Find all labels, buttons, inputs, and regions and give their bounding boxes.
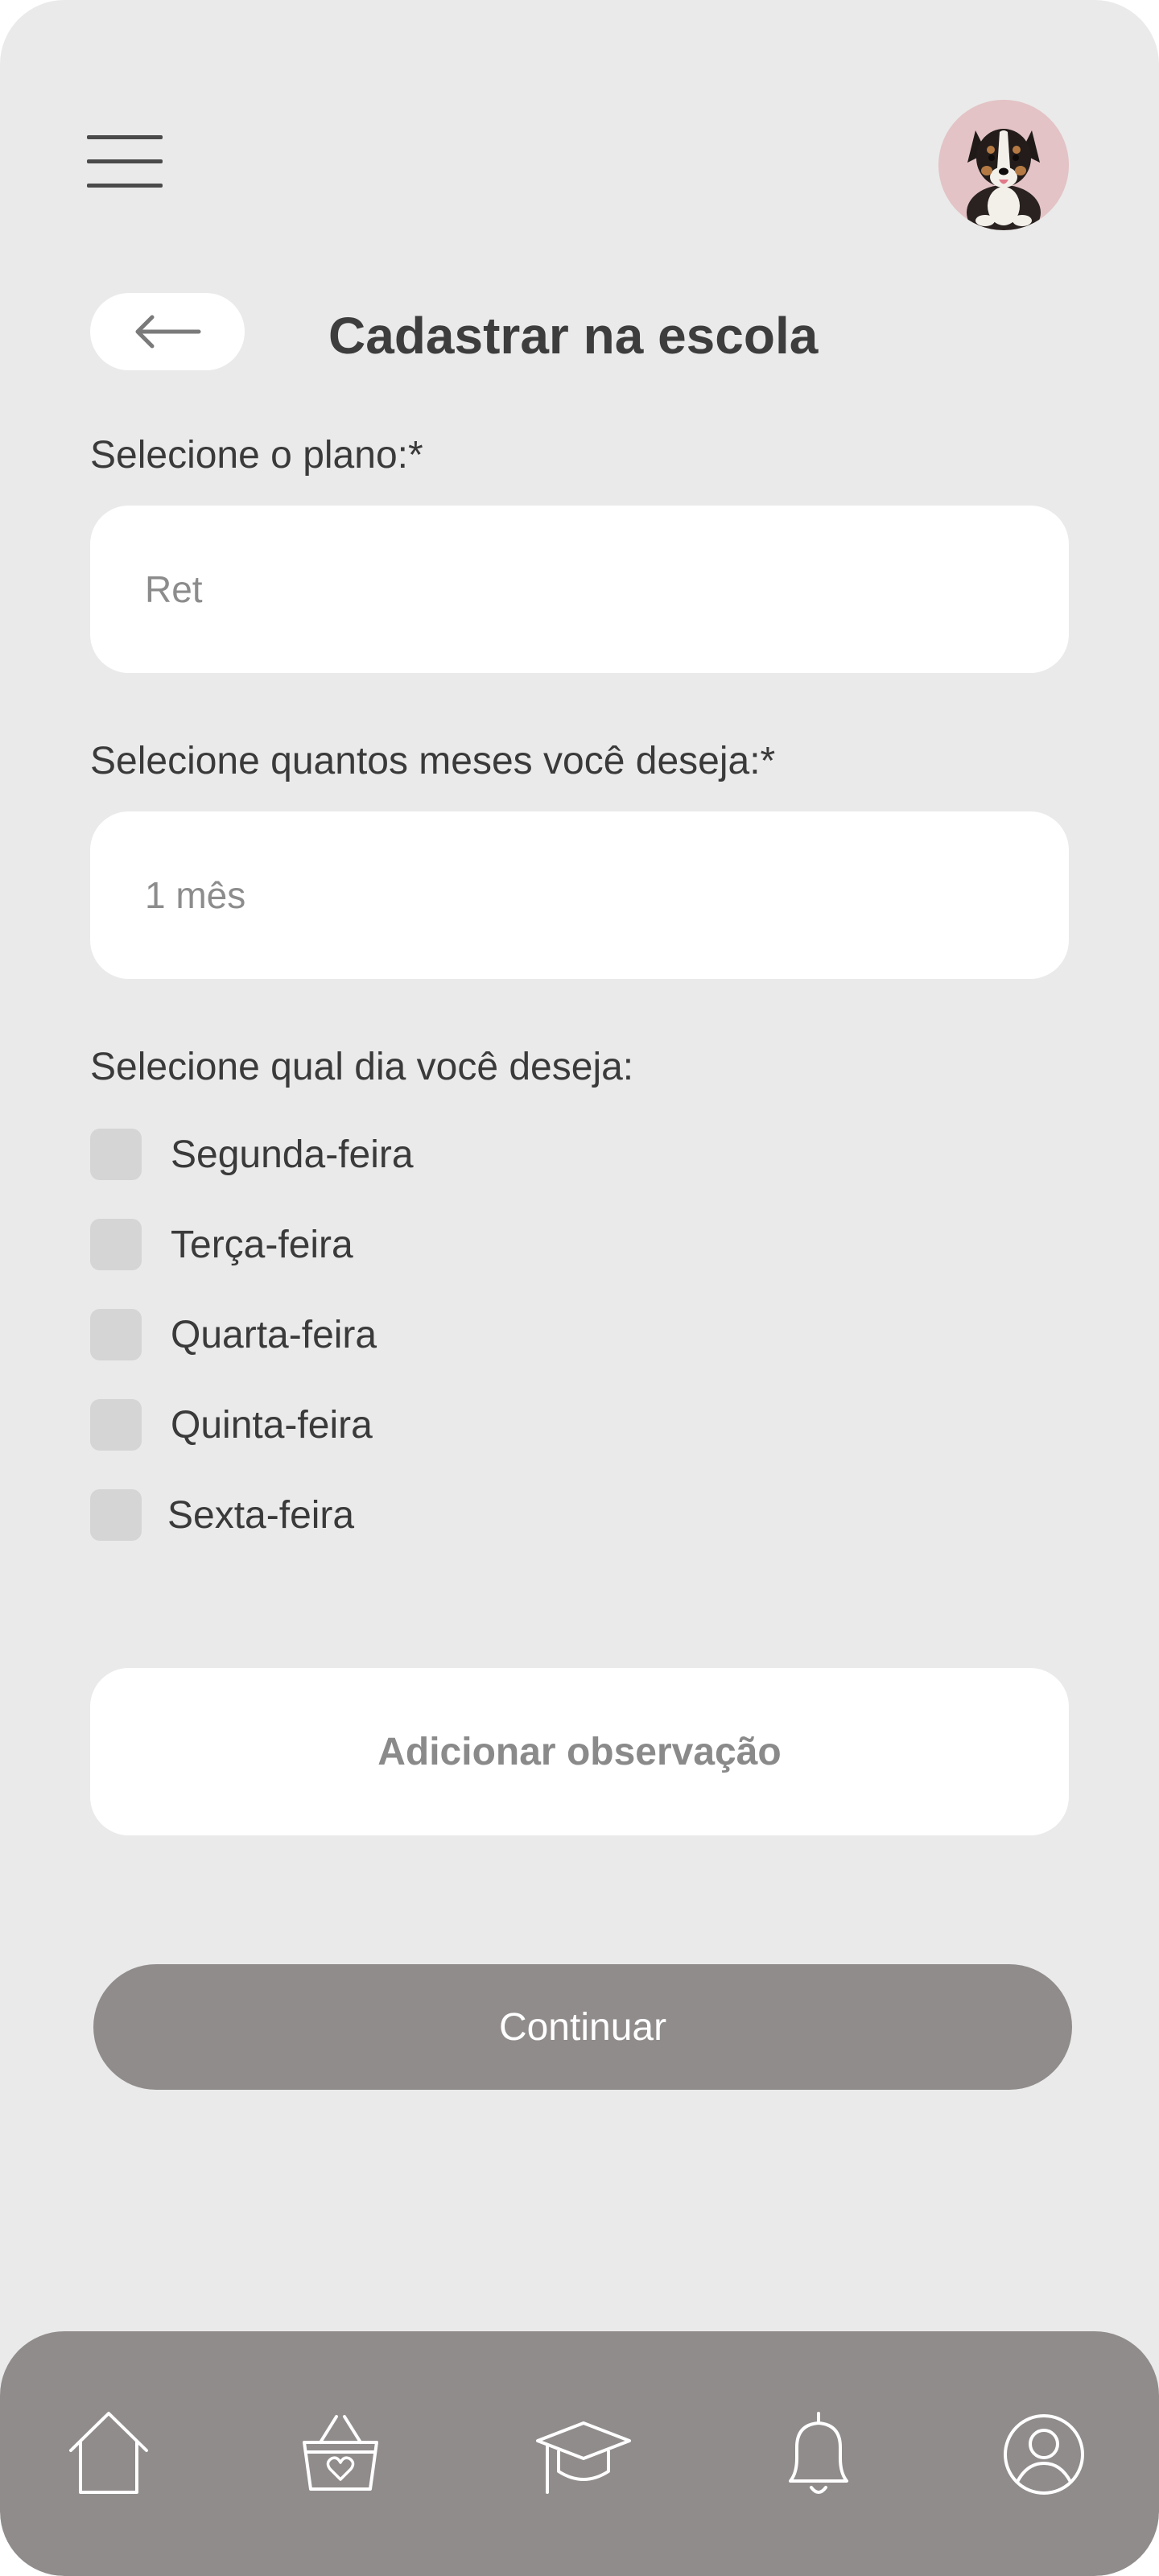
checkbox[interactable] xyxy=(90,1399,142,1451)
checkbox[interactable] xyxy=(90,1219,142,1270)
add-observation-button[interactable]: Adicionar observação xyxy=(90,1668,1069,1835)
menu-line xyxy=(87,159,163,163)
day-option-quinta[interactable]: Quinta-feira xyxy=(90,1399,373,1451)
back-button[interactable] xyxy=(90,293,245,370)
months-select-value: 1 mês xyxy=(145,874,246,916)
plan-select-value: Ret xyxy=(145,568,203,610)
checkbox[interactable] xyxy=(90,1129,142,1180)
bottom-nav xyxy=(0,2331,1159,2576)
checkbox[interactable] xyxy=(90,1489,142,1541)
day-option-label: Quinta-feira xyxy=(171,1403,373,1447)
nav-notifications[interactable] xyxy=(766,2402,871,2507)
day-option-label: Sexta-feira xyxy=(167,1493,355,1537)
continue-button[interactable]: Continuar xyxy=(93,1964,1072,2090)
menu-line xyxy=(87,184,163,188)
day-option-terca[interactable]: Terça-feira xyxy=(90,1219,353,1270)
plan-select[interactable]: Ret xyxy=(90,506,1069,673)
app-screen: Cadastrar na escola Selecione o plano:* … xyxy=(0,0,1159,2576)
day-option-quarta[interactable]: Quarta-feira xyxy=(90,1309,377,1360)
day-option-label: Terça-feira xyxy=(171,1223,353,1266)
checkbox[interactable] xyxy=(90,1309,142,1360)
dog-avatar xyxy=(938,100,1069,230)
nav-home[interactable] xyxy=(56,2402,161,2507)
user-profile-icon xyxy=(1004,2414,1084,2495)
nav-shop[interactable] xyxy=(288,2402,393,2507)
hamburger-menu-icon[interactable] xyxy=(87,132,164,193)
months-select[interactable]: 1 mês xyxy=(90,811,1069,979)
bell-icon xyxy=(789,2412,848,2494)
months-label: Selecione quantos meses você deseja:* xyxy=(90,740,776,782)
arrow-left-icon xyxy=(135,315,201,349)
plan-label: Selecione o plano:* xyxy=(90,434,423,477)
day-option-label: Quarta-feira xyxy=(171,1313,377,1356)
days-label: Selecione qual dia você deseja: xyxy=(90,1046,634,1088)
menu-line xyxy=(87,135,163,139)
shopping-basket-icon xyxy=(303,2415,378,2491)
graduation-cap-icon xyxy=(536,2421,631,2494)
nav-school[interactable] xyxy=(531,2402,636,2507)
day-option-segunda[interactable]: Segunda-feira xyxy=(90,1129,414,1180)
avatar[interactable] xyxy=(938,100,1069,230)
day-option-sexta[interactable]: Sexta-feira xyxy=(90,1489,354,1541)
day-option-label: Segunda-feira xyxy=(171,1133,414,1176)
home-icon xyxy=(69,2412,148,2494)
nav-profile[interactable] xyxy=(992,2402,1096,2507)
page-title: Cadastrar na escola xyxy=(328,307,819,365)
